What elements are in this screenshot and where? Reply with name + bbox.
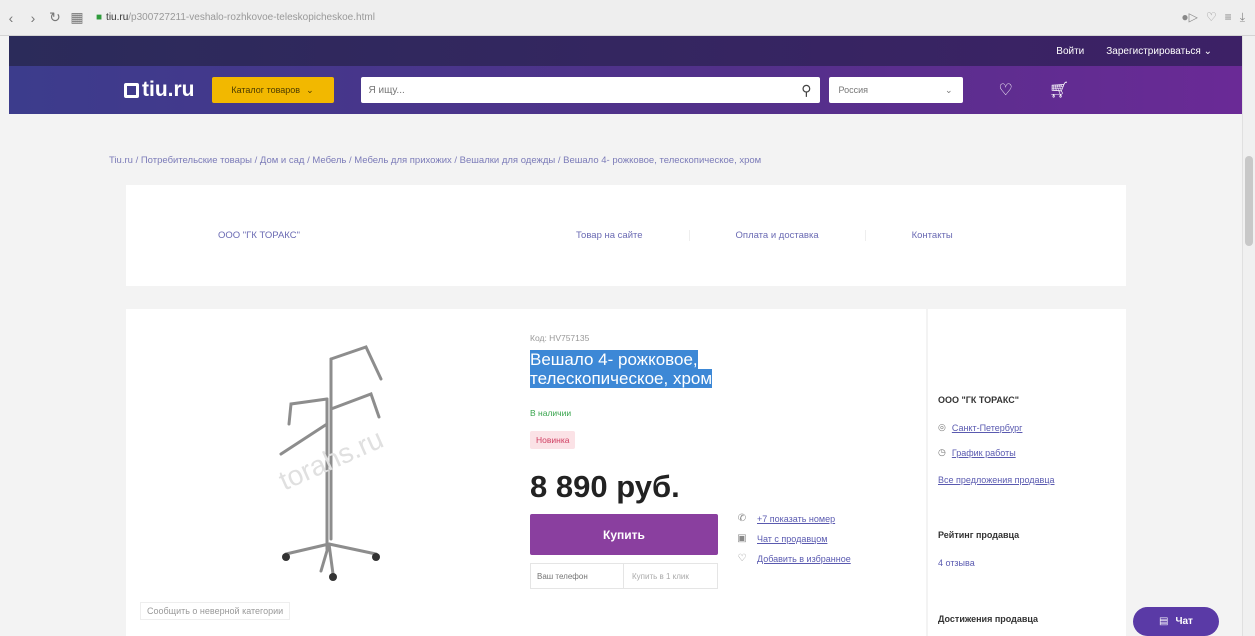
all-offers-label: Все предложения продавца — [938, 475, 1055, 485]
forward-icon[interactable]: › — [22, 7, 44, 29]
search-box: ⚲ — [360, 77, 820, 103]
seller-tabs: Товар на сайте Оплата и доставка Контакт… — [451, 230, 1126, 241]
phone-input[interactable] — [531, 571, 623, 581]
chat-label: Чат — [1175, 616, 1193, 627]
chat-seller-label: Чат с продавцом — [757, 533, 828, 544]
catalog-button[interactable]: Каталог товаров ⌄ — [211, 77, 334, 103]
url-path: /p300727211-veshalo-rozhkovoe-teleskopic… — [128, 12, 375, 23]
new-badge: Новинка — [530, 431, 576, 449]
seller-name-link[interactable]: ООО "ГК ТОРАКС" — [126, 230, 451, 241]
reviews-link[interactable]: 4 отзыва — [938, 558, 975, 568]
location-pin-icon: ◎ — [938, 422, 946, 432]
sidebar-company-name: ООО "ГК ТОРАКС" — [938, 395, 1019, 405]
schedule-link[interactable]: ◷ График работы — [938, 447, 1016, 458]
region-value: Россия — [838, 85, 869, 95]
title-line-2: телескопическое, хром — [530, 369, 713, 388]
product-actions: ✆ +7 показать номер ▣ Чат с продавцом ♡ … — [736, 513, 851, 564]
logo-text: tiu.ru — [142, 78, 195, 101]
apps-icon[interactable]: ▦ — [66, 7, 88, 29]
show-phone-label: +7 показать номер — [757, 513, 836, 524]
browser-actions: ●▷ ♡ ≡ ⤓ — [1181, 10, 1255, 25]
login-link[interactable]: Войти — [1056, 46, 1084, 57]
seller-sidebar: ООО "ГК ТОРАКС" ◎ Санкт-Петербург ◷ Граф… — [928, 309, 1126, 636]
seller-city: Санкт-Петербург — [951, 422, 1023, 433]
url-host: tiu.ru — [106, 12, 129, 23]
achievements-heading: Достижения продавца — [938, 614, 1039, 624]
all-offers-link[interactable]: Все предложения продавца — [938, 475, 1055, 485]
chat-seller-link[interactable]: ▣ Чат с продавцом — [736, 533, 851, 544]
address-bar[interactable]: ■ tiu.ru /p300727211-veshalo-rozhkovoe-t… — [96, 6, 1096, 30]
stock-status: В наличии — [530, 408, 572, 418]
chevron-down-icon: ⌄ — [1203, 45, 1212, 57]
browser-toolbar: ‹ › ↻ ▦ ■ tiu.ru /p300727211-veshalo-roz… — [0, 0, 1255, 36]
one-click-form: Купить в 1 клик — [530, 563, 718, 589]
lock-icon: ■ — [96, 12, 103, 23]
schedule-label: График работы — [951, 447, 1016, 458]
product-price: 8 890 руб. — [530, 469, 680, 504]
search-input[interactable] — [368, 84, 802, 96]
heart-icon: ♡ — [737, 553, 747, 564]
chat-button[interactable]: ▤ Чат — [1133, 607, 1219, 636]
cart-icon[interactable]: 🛒︎ — [1049, 80, 1069, 100]
favorites-heart-icon[interactable]: ♡ — [999, 80, 1013, 100]
add-favorites-link[interactable]: ♡ Добавить в избранное — [736, 553, 851, 564]
menu-icon[interactable]: ≡ — [1225, 10, 1232, 25]
page-scrollbar[interactable] — [1242, 36, 1255, 636]
product-title: Вешало 4- рожковое, телескопическое, хро… — [530, 350, 780, 388]
product-card: torahs.ru Сообщить о неверной категории … — [126, 309, 926, 636]
reload-icon[interactable]: ↻ — [44, 7, 66, 29]
tab-products[interactable]: Товар на сайте — [451, 230, 689, 241]
extension-icon[interactable]: ●▷ — [1181, 10, 1197, 25]
download-icon[interactable]: ⤓ — [1240, 10, 1245, 25]
title-line-1: Вешало 4- рожковое, — [530, 350, 698, 369]
chat-bubble-icon: ▤ — [1159, 616, 1169, 627]
tab-payment-delivery[interactable]: Оплата и доставка — [688, 230, 865, 241]
report-category-link[interactable]: Сообщить о неверной категории — [140, 602, 291, 620]
buy-button[interactable]: Купить — [530, 514, 718, 555]
main-header: tiu.ru Каталог товаров ⌄ ⚲ Россия ⌄ ♡ 🛒︎ — [9, 66, 1242, 114]
register-link[interactable]: Зарегистрироваться ⌄ — [1106, 46, 1212, 57]
logo-icon — [124, 82, 139, 98]
clock-icon: ◷ — [938, 447, 946, 457]
site-logo[interactable]: tiu.ru — [124, 78, 195, 102]
search-icon[interactable]: ⚲ — [801, 82, 811, 99]
seller-bar: ООО "ГК ТОРАКС" Товар на сайте Оплата и … — [126, 185, 1126, 286]
one-click-button[interactable]: Купить в 1 клик — [623, 564, 689, 588]
phone-icon: ✆ — [737, 513, 747, 524]
seller-city-link[interactable]: ◎ Санкт-Петербург — [938, 422, 1022, 433]
reviews-label: 4 отзыва — [938, 558, 975, 568]
register-label: Зарегистрироваться — [1106, 45, 1201, 57]
top-strip: Войти Зарегистрироваться ⌄ — [9, 36, 1242, 66]
breadcrumb[interactable]: Tiu.ru / Потребительские товары / Дом и … — [109, 155, 761, 166]
catalog-label: Каталог товаров — [231, 85, 301, 95]
product-sku: Код: HV757135 — [530, 333, 590, 343]
region-select[interactable]: Россия ⌄ — [828, 77, 963, 103]
chat-icon: ▣ — [737, 533, 747, 544]
scroll-thumb[interactable] — [1245, 156, 1253, 246]
add-favorites-label: Добавить в избранное — [757, 553, 851, 564]
rating-heading: Рейтинг продавца — [938, 530, 1020, 540]
chevron-down-icon: ⌄ — [306, 84, 314, 95]
bookmark-icon[interactable]: ♡ — [1206, 10, 1217, 25]
header-icons: ♡ 🛒︎ — [999, 80, 1070, 100]
show-phone-link[interactable]: ✆ +7 показать номер — [736, 513, 851, 524]
chevron-down-icon: ⌄ — [944, 84, 953, 95]
tab-contacts[interactable]: Контакты — [864, 230, 999, 241]
back-icon[interactable]: ‹ — [0, 7, 22, 29]
